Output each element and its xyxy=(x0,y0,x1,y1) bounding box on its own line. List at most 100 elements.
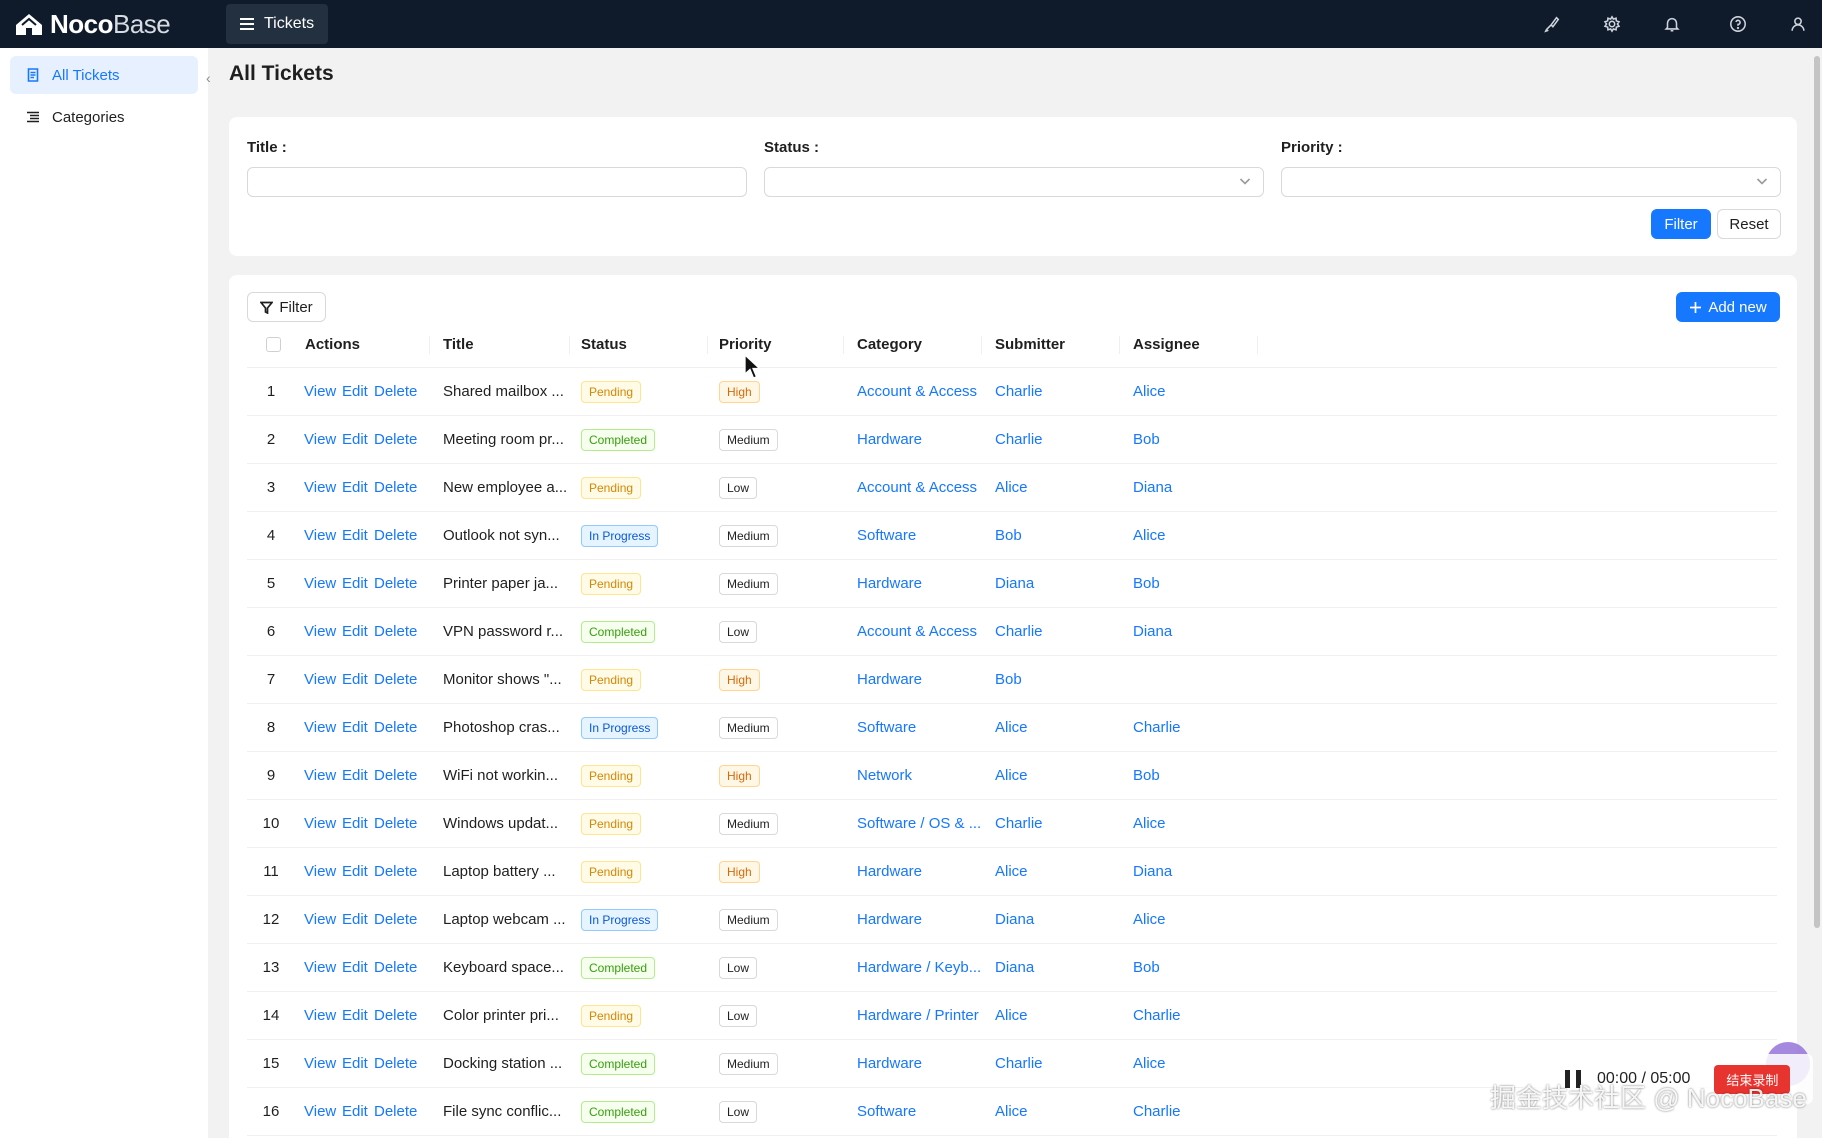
filter-submit-button[interactable]: Filter xyxy=(1651,209,1711,239)
delete-link[interactable]: Delete xyxy=(374,944,417,992)
assignee-link[interactable]: Bob xyxy=(1133,416,1160,464)
delete-link[interactable]: Delete xyxy=(374,848,417,896)
column-header-title[interactable]: Title xyxy=(443,322,474,368)
edit-link[interactable]: Edit xyxy=(342,560,368,608)
delete-link[interactable]: Delete xyxy=(374,416,417,464)
edit-link[interactable]: Edit xyxy=(342,656,368,704)
submitter-link[interactable]: Diana xyxy=(995,560,1034,608)
view-link[interactable]: View xyxy=(304,368,336,416)
edit-link[interactable]: Edit xyxy=(342,752,368,800)
delete-link[interactable]: Delete xyxy=(374,1088,417,1136)
category-link[interactable]: Account & Access xyxy=(857,464,977,512)
category-link[interactable]: Account & Access xyxy=(857,368,977,416)
view-link[interactable]: View xyxy=(304,896,336,944)
category-link[interactable]: Software xyxy=(857,512,916,560)
submitter-link[interactable]: Charlie xyxy=(995,800,1043,848)
priority-filter-select[interactable] xyxy=(1281,167,1781,197)
submitter-link[interactable]: Alice xyxy=(995,752,1028,800)
title-filter-input[interactable] xyxy=(247,167,747,197)
add-new-button[interactable]: Add new xyxy=(1676,292,1780,322)
delete-link[interactable]: Delete xyxy=(374,1040,417,1088)
submitter-link[interactable]: Charlie xyxy=(995,416,1043,464)
column-header-assignee[interactable]: Assignee xyxy=(1133,322,1200,368)
category-link[interactable]: Hardware xyxy=(857,1040,922,1088)
assignee-link[interactable]: Bob xyxy=(1133,944,1160,992)
edit-link[interactable]: Edit xyxy=(342,992,368,1040)
category-link[interactable]: Software / OS & ... xyxy=(857,800,981,848)
delete-link[interactable]: Delete xyxy=(374,368,417,416)
submitter-link[interactable]: Charlie xyxy=(995,608,1043,656)
reset-button[interactable]: Reset xyxy=(1717,209,1781,239)
view-link[interactable]: View xyxy=(304,704,336,752)
chevron-left-icon[interactable]: ‹ xyxy=(206,70,211,86)
view-link[interactable]: View xyxy=(304,416,336,464)
delete-link[interactable]: Delete xyxy=(374,512,417,560)
category-link[interactable]: Software xyxy=(857,704,916,752)
sidebar-item-categories[interactable]: Categories xyxy=(10,98,198,136)
edit-link[interactable]: Edit xyxy=(342,1040,368,1088)
app-logo[interactable]: NocoBase xyxy=(14,0,208,48)
user-icon[interactable] xyxy=(1788,14,1808,34)
submitter-link[interactable]: Diana xyxy=(995,944,1034,992)
view-link[interactable]: View xyxy=(304,752,336,800)
help-icon[interactable] xyxy=(1728,14,1748,34)
category-link[interactable]: Hardware xyxy=(857,848,922,896)
table-filter-button[interactable]: Filter xyxy=(247,292,326,322)
edit-link[interactable]: Edit xyxy=(342,944,368,992)
category-link[interactable]: Network xyxy=(857,752,912,800)
category-link[interactable]: Hardware / Keyb... xyxy=(857,944,981,992)
category-link[interactable]: Hardware xyxy=(857,416,922,464)
category-link[interactable]: Software xyxy=(857,1088,916,1136)
view-link[interactable]: View xyxy=(304,992,336,1040)
menu-tab-tickets[interactable]: Tickets xyxy=(226,4,329,44)
edit-link[interactable]: Edit xyxy=(342,512,368,560)
assignee-link[interactable]: Diana xyxy=(1133,608,1172,656)
edit-link[interactable]: Edit xyxy=(342,1088,368,1136)
assignee-link[interactable]: Alice xyxy=(1133,512,1166,560)
delete-link[interactable]: Delete xyxy=(374,800,417,848)
view-link[interactable]: View xyxy=(304,656,336,704)
submitter-link[interactable]: Bob xyxy=(995,656,1022,704)
submitter-link[interactable]: Alice xyxy=(995,704,1028,752)
delete-link[interactable]: Delete xyxy=(374,464,417,512)
assignee-link[interactable]: Bob xyxy=(1133,560,1160,608)
category-link[interactable]: Hardware / Printer xyxy=(857,992,979,1040)
delete-link[interactable]: Delete xyxy=(374,560,417,608)
view-link[interactable]: View xyxy=(304,560,336,608)
submitter-link[interactable]: Alice xyxy=(995,1088,1028,1136)
column-header-status[interactable]: Status xyxy=(581,322,627,368)
assignee-link[interactable]: Alice xyxy=(1133,896,1166,944)
assignee-link[interactable]: Charlie xyxy=(1133,704,1181,752)
submitter-link[interactable]: Bob xyxy=(995,512,1022,560)
assignee-link[interactable]: Diana xyxy=(1133,464,1172,512)
submitter-link[interactable]: Alice xyxy=(995,848,1028,896)
status-filter-select[interactable] xyxy=(764,167,1264,197)
view-link[interactable]: View xyxy=(304,1088,336,1136)
assignee-link[interactable]: Charlie xyxy=(1133,1088,1181,1136)
edit-link[interactable]: Edit xyxy=(342,800,368,848)
edit-link[interactable]: Edit xyxy=(342,608,368,656)
category-link[interactable]: Hardware xyxy=(857,560,922,608)
bell-icon[interactable] xyxy=(1662,14,1682,34)
delete-link[interactable]: Delete xyxy=(374,656,417,704)
assignee-link[interactable]: Alice xyxy=(1133,368,1166,416)
submitter-link[interactable]: Alice xyxy=(995,464,1028,512)
column-header-submitter[interactable]: Submitter xyxy=(995,322,1065,368)
view-link[interactable]: View xyxy=(304,848,336,896)
column-header-category[interactable]: Category xyxy=(857,322,922,368)
sidebar-item-all-tickets[interactable]: All Tickets xyxy=(10,56,198,94)
edit-link[interactable]: Edit xyxy=(342,848,368,896)
submitter-link[interactable]: Charlie xyxy=(995,368,1043,416)
submitter-link[interactable]: Diana xyxy=(995,896,1034,944)
assignee-link[interactable]: Bob xyxy=(1133,752,1160,800)
delete-link[interactable]: Delete xyxy=(374,608,417,656)
view-link[interactable]: View xyxy=(304,800,336,848)
view-link[interactable]: View xyxy=(304,512,336,560)
brush-icon[interactable] xyxy=(1542,14,1562,34)
edit-link[interactable]: Edit xyxy=(342,704,368,752)
view-link[interactable]: View xyxy=(304,944,336,992)
assignee-link[interactable]: Diana xyxy=(1133,848,1172,896)
assignee-link[interactable]: Alice xyxy=(1133,800,1166,848)
assignee-link[interactable]: Alice xyxy=(1133,1040,1166,1088)
category-link[interactable]: Account & Access xyxy=(857,608,977,656)
